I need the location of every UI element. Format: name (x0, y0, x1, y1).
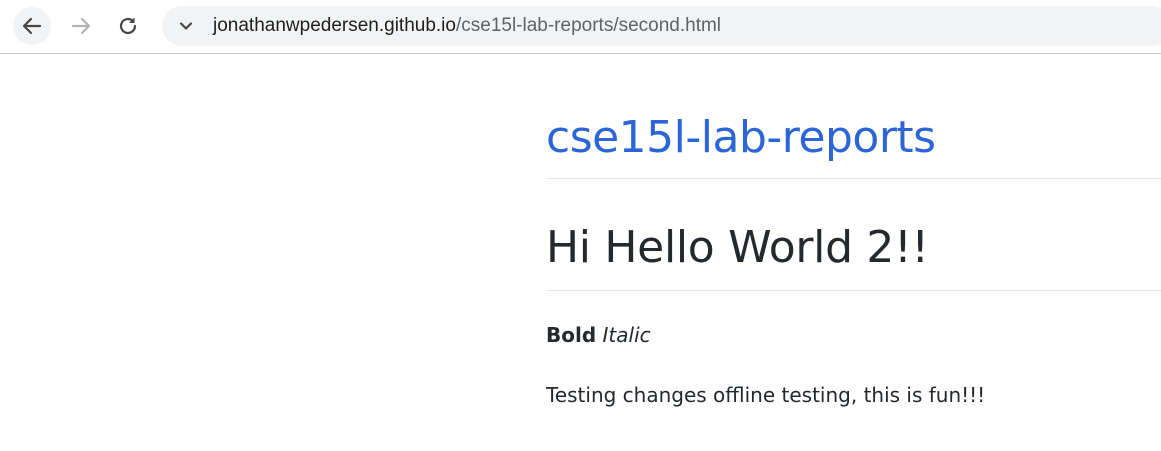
site-title-link[interactable]: cse15l-lab-reports (546, 112, 936, 164)
header-divider (546, 178, 1161, 179)
chevron-down-icon (179, 22, 193, 30)
reload-button[interactable] (109, 7, 147, 45)
heading-divider (546, 290, 1161, 291)
italic-text: Italic (602, 323, 651, 347)
back-button[interactable] (13, 7, 51, 45)
url-text[interactable]: jonathanwpedersen.github.io/cse15l-lab-r… (213, 16, 721, 36)
formatted-text-paragraph: Bold Italic (546, 322, 651, 348)
browser-toolbar: jonathanwpedersen.github.io/cse15l-lab-r… (0, 0, 1161, 54)
arrow-right-icon (71, 17, 91, 35)
body-paragraph: Testing changes offline testing, this is… (546, 383, 986, 407)
reload-icon (119, 17, 137, 35)
url-domain: jonathanwpedersen.github.io (213, 15, 456, 36)
url-path: /cse15l-lab-reports/second.html (455, 15, 722, 36)
address-bar[interactable]: jonathanwpedersen.github.io/cse15l-lab-r… (162, 6, 1161, 46)
site-info-button[interactable] (176, 16, 196, 36)
arrow-left-icon (22, 17, 42, 35)
page-heading: Hi Hello World 2!! (546, 222, 929, 273)
bold-text: Bold (546, 323, 597, 347)
forward-button[interactable] (62, 7, 100, 45)
